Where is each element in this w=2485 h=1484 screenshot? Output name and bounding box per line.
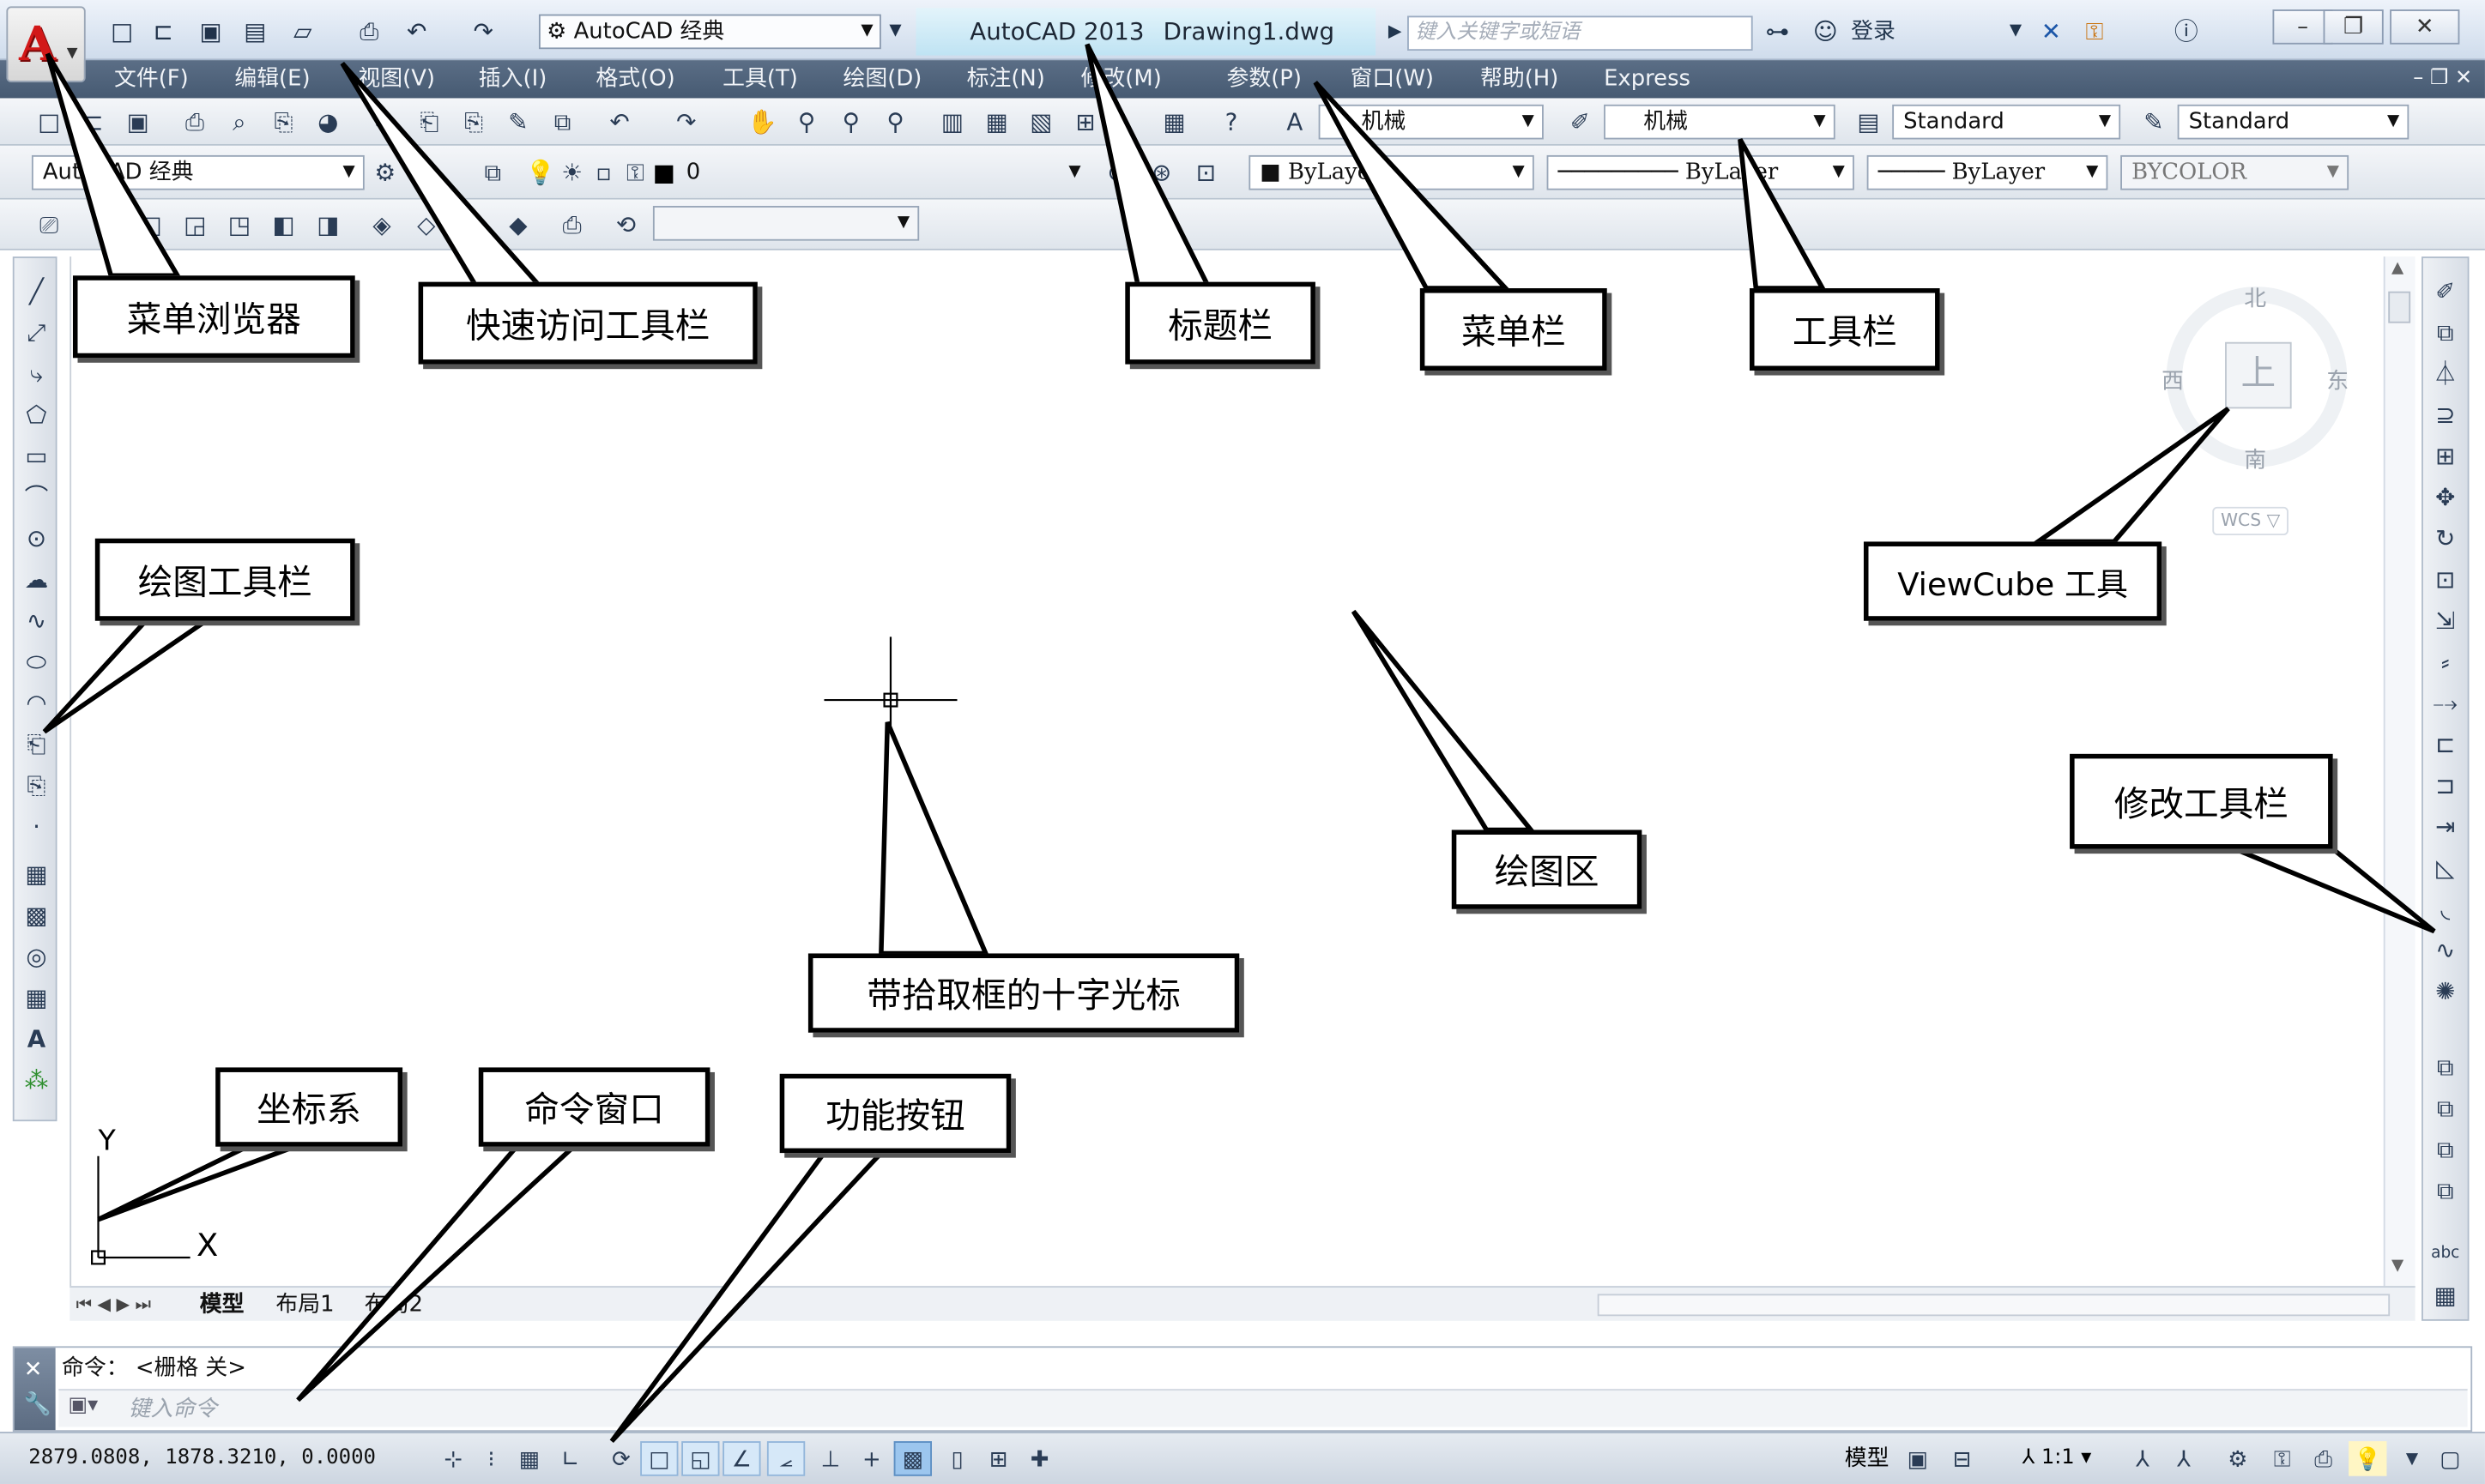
callout-drawing-area: 绘图区 — [1451, 829, 1642, 909]
callout-quick-access-toolbar: 快速访问工具栏 — [418, 281, 758, 365]
callout-pointers — [42, 43, 2436, 1444]
callout-viewcube: ViewCube 工具 — [1863, 541, 2162, 621]
callout-modify-toolbar: 修改工具栏 — [2070, 753, 2333, 849]
callout-toolbar: 工具栏 — [1749, 288, 1940, 371]
callout-draw-toolbar: 绘图工具栏 — [94, 538, 355, 621]
callout-menu-browser: 菜单浏览器 — [72, 275, 355, 359]
callout-function-buttons: 功能按钮 — [779, 1073, 1012, 1154]
callout-title-bar: 标题栏 — [1125, 281, 1315, 365]
callout-crosshair: 带拾取框的十字光标 — [807, 953, 1240, 1033]
callout-ucs: 坐标系 — [215, 1067, 403, 1147]
callout-menu-bar: 菜单栏 — [1419, 288, 1607, 371]
callout-command-window: 命令窗口 — [478, 1067, 710, 1147]
